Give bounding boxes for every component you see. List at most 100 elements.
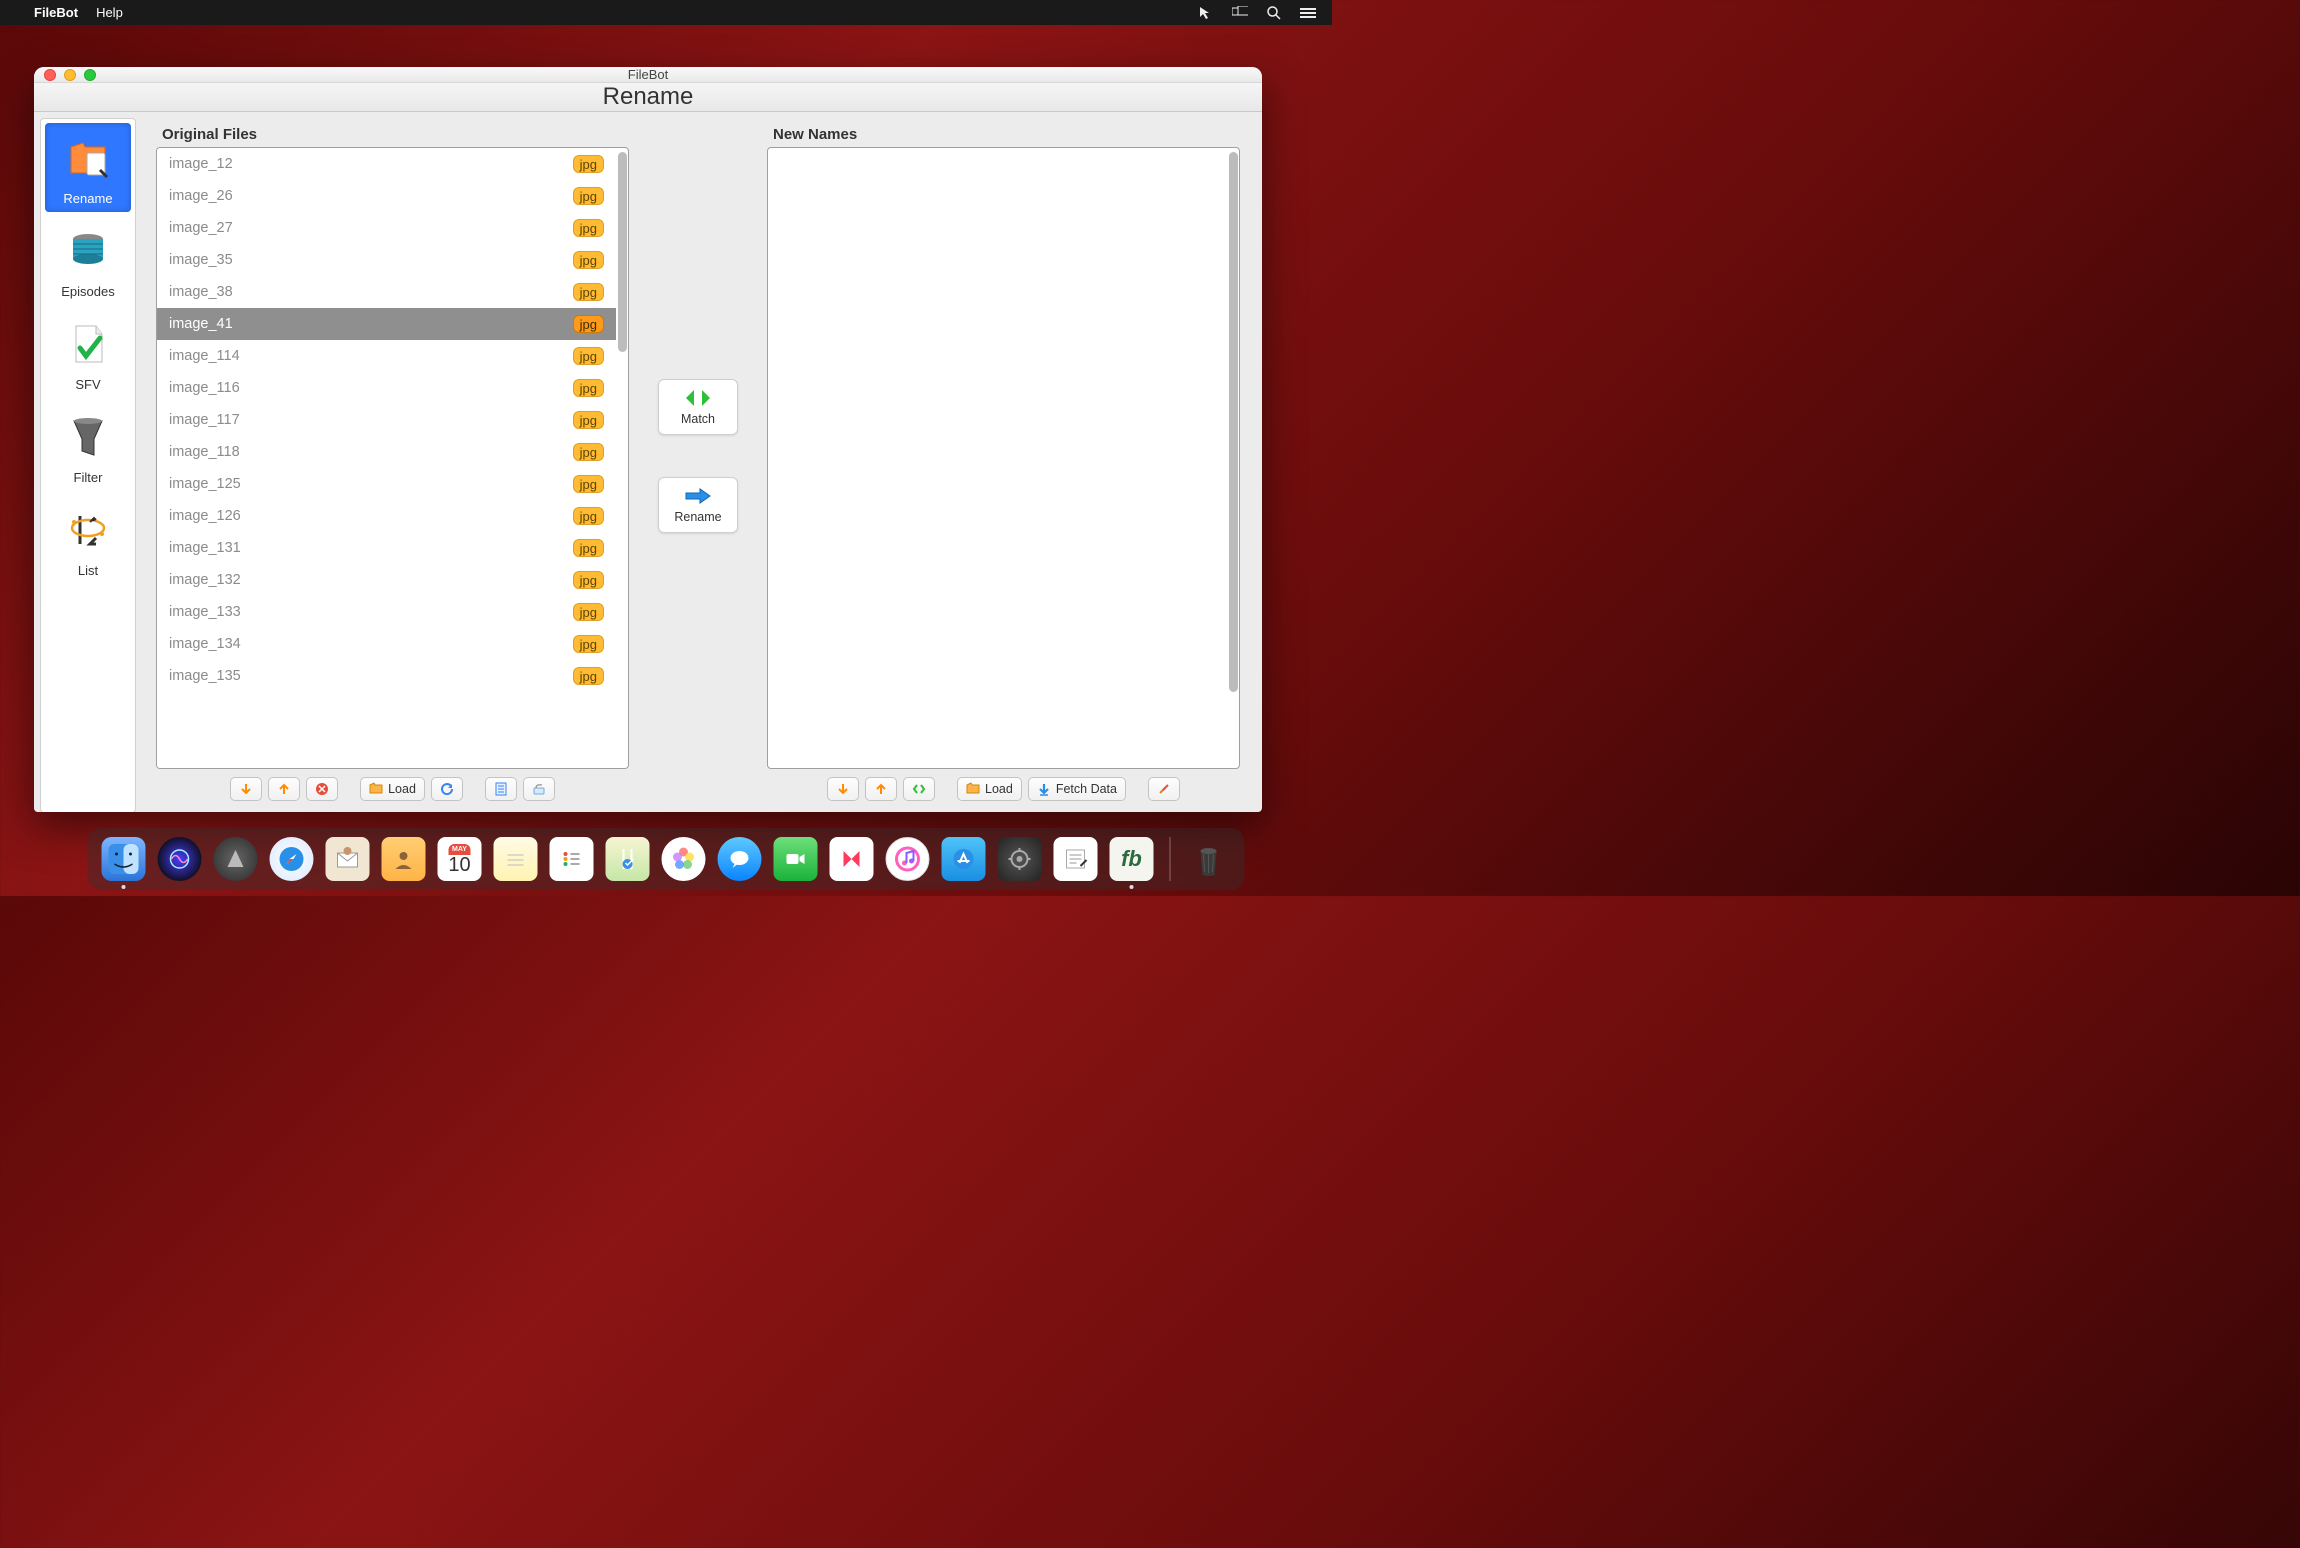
dock-textedit[interactable] <box>1054 837 1098 881</box>
file-name: image_125 <box>169 476 241 492</box>
file-row[interactable]: image_126jpg <box>157 500 616 532</box>
file-row[interactable]: image_38jpg <box>157 276 616 308</box>
file-name: image_117 <box>169 412 240 428</box>
file-row[interactable]: image_125jpg <box>157 468 616 500</box>
dock-itunes[interactable] <box>886 837 930 881</box>
file-name: image_135 <box>169 668 241 684</box>
menu-help[interactable]: Help <box>96 5 123 20</box>
dock-notes[interactable] <box>494 837 538 881</box>
menu-list-icon[interactable] <box>1300 5 1316 21</box>
remove-button[interactable] <box>306 777 338 801</box>
newnames-footer: Load Fetch Data <box>767 769 1240 805</box>
file-row[interactable]: image_134jpg <box>157 628 616 660</box>
window-minimize-button[interactable] <box>64 69 76 81</box>
move-up-button[interactable] <box>268 777 300 801</box>
center-actions: Match Rename <box>629 106 767 805</box>
move-down-button[interactable] <box>230 777 262 801</box>
dock-preferences[interactable] <box>998 837 1042 881</box>
dock-siri[interactable] <box>158 837 202 881</box>
file-row[interactable]: image_41 jpg <box>157 308 616 340</box>
cursor-icon[interactable] <box>1198 5 1214 21</box>
file-name: image_27 <box>169 220 233 236</box>
scrollbar-thumb[interactable] <box>1229 152 1238 692</box>
original-files-panel: Original Files image_12jpgimage_26jpgima… <box>156 126 629 805</box>
file-row[interactable]: image_131 jpg <box>157 532 616 564</box>
ext-badge: jpg <box>573 635 604 653</box>
menu-app[interactable]: FileBot <box>34 5 78 20</box>
dock-finder[interactable] <box>102 837 146 881</box>
file-row[interactable]: image_12 jpg <box>157 148 616 180</box>
titlebar[interactable]: FileBot <box>34 67 1262 83</box>
file-row[interactable]: image_117 jpg <box>157 404 616 436</box>
ext-badge: jpg <box>573 411 604 429</box>
file-name: image_41 <box>169 316 233 332</box>
ext-badge: jpg <box>573 443 604 461</box>
dock-photos[interactable] <box>662 837 706 881</box>
sidebar-item-episodes[interactable]: Episodes <box>45 216 131 305</box>
scrollbar-thumb[interactable] <box>618 152 627 352</box>
move-down-button[interactable] <box>827 777 859 801</box>
sidebar-item-rename[interactable]: Rename <box>45 123 131 212</box>
load-files-button[interactable]: Load <box>360 777 425 801</box>
file-name: image_131 <box>169 540 241 556</box>
move-up-button[interactable] <box>865 777 897 801</box>
dock-facetime[interactable] <box>774 837 818 881</box>
original-file-list[interactable]: image_12jpgimage_26jpgimage_27jpgimage_3… <box>157 148 628 768</box>
file-row[interactable]: image_35jpg <box>157 244 616 276</box>
sidebar-item-sfv[interactable]: SFV <box>45 309 131 398</box>
dock-contacts[interactable] <box>382 837 426 881</box>
dock-launchpad[interactable] <box>214 837 258 881</box>
window-zoom-button[interactable] <box>84 69 96 81</box>
ext-badge: jpg <box>573 155 604 173</box>
reload-button[interactable] <box>431 777 463 801</box>
window-close-button[interactable] <box>44 69 56 81</box>
file-name: image_35 <box>169 252 233 268</box>
new-names-list[interactable] <box>768 148 1239 768</box>
file-name: image_133 <box>169 604 241 620</box>
file-row[interactable]: image_133jpg <box>157 596 616 628</box>
dock-news[interactable] <box>830 837 874 881</box>
ext-badge: jpg <box>573 539 604 557</box>
file-row[interactable]: image_26jpg <box>157 180 616 212</box>
fetch-data-button[interactable]: Fetch Data <box>1028 777 1126 801</box>
ext-badge: jpg <box>573 667 604 685</box>
file-row[interactable]: image_27jpg <box>157 212 616 244</box>
rename-button[interactable]: Rename <box>658 477 738 533</box>
file-name: image_116 <box>169 380 240 396</box>
file-row[interactable]: image_118jpg <box>157 436 616 468</box>
dock-appstore[interactable] <box>942 837 986 881</box>
file-row[interactable]: image_135 jpg <box>157 660 616 692</box>
file-name: image_132 <box>169 572 241 588</box>
file-name: image_12 <box>169 156 233 172</box>
dock-filebot[interactable]: fb <box>1110 837 1154 881</box>
filter-icon <box>61 410 115 464</box>
new-names-panel: New Names Load Fetch Data <box>767 126 1240 805</box>
sidebar-item-filter[interactable]: Filter <box>45 402 131 491</box>
search-icon[interactable] <box>1266 5 1282 21</box>
ext-badge: jpg <box>573 571 604 589</box>
ext-badge: jpg <box>573 315 604 333</box>
rename-label: Rename <box>674 510 721 524</box>
script-button[interactable] <box>523 777 555 801</box>
dock-trash[interactable] <box>1187 837 1231 881</box>
file-row[interactable]: image_114jpg <box>157 340 616 372</box>
history-button[interactable] <box>485 777 517 801</box>
sfv-icon <box>61 317 115 371</box>
dock-calendar[interactable]: MAY 10 <box>438 837 482 881</box>
load-names-button[interactable]: Load <box>957 777 1022 801</box>
dock-separator <box>1170 837 1171 881</box>
dock-reminders[interactable] <box>550 837 594 881</box>
file-row[interactable]: image_132 jpg <box>157 564 616 596</box>
match-button[interactable]: Match <box>658 379 738 435</box>
dock-maps[interactable] <box>606 837 650 881</box>
dock-messages[interactable] <box>718 837 762 881</box>
file-row[interactable]: image_116jpg <box>157 372 616 404</box>
sidebar-item-label: List <box>78 563 98 578</box>
swap-button[interactable] <box>903 777 935 801</box>
sidebar-item-list[interactable]: List <box>45 495 131 584</box>
dock-safari[interactable] <box>270 837 314 881</box>
file-name: image_26 <box>169 188 233 204</box>
dock-mail[interactable] <box>326 837 370 881</box>
tools-button[interactable] <box>1148 777 1180 801</box>
displays-icon[interactable] <box>1232 5 1248 21</box>
